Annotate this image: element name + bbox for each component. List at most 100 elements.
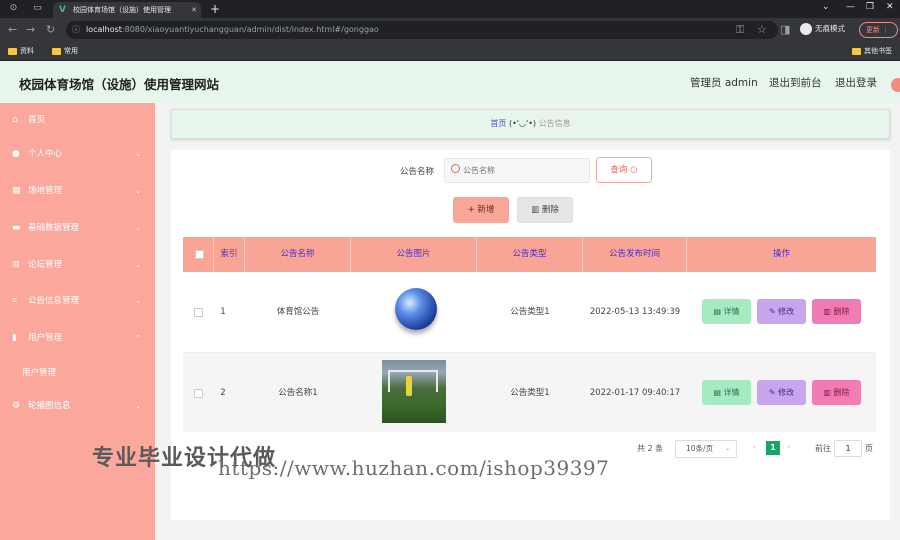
column-header: 索引	[214, 237, 245, 272]
minimize-icon[interactable]: —	[846, 2, 855, 12]
edit-button[interactable]: ✎ 修改	[757, 380, 806, 405]
new-tab-icon[interactable]: +	[210, 1, 220, 17]
tab-title: 校园体育场馆（设施）使用管理	[73, 6, 171, 14]
incognito-icon	[800, 23, 812, 35]
chrome-menu-icon[interactable]: ⊙	[8, 3, 19, 14]
detail-button[interactable]: ▤ 详情	[702, 380, 751, 405]
notice-image	[395, 288, 437, 330]
search-icon: ○	[630, 165, 638, 175]
ticket-icon: ▬	[12, 223, 21, 233]
watermark-url: https://www.huzhan.com/ishop39397	[218, 456, 610, 480]
tab-list-chevron-icon[interactable]: ⌄	[822, 2, 830, 12]
add-button[interactable]: + 新增	[453, 197, 509, 223]
select-all-checkbox[interactable]	[195, 250, 204, 259]
chevron-down-icon: ⌄	[135, 297, 141, 305]
url-path: :8080/xiaoyuantiyuchangguan/admin/dist/i…	[121, 25, 379, 34]
grid-icon: ⊞	[12, 260, 20, 270]
site-title: 校园体育场馆（设施）使用管理网站	[19, 77, 220, 92]
close-tab-icon[interactable]: ✕	[191, 2, 197, 18]
column-header: 公告类型	[477, 237, 583, 272]
search-input[interactable]	[444, 158, 590, 183]
bookmark-label: 资料	[20, 47, 34, 55]
sidebar-item-forum[interactable]: ⊞ 论坛管理 ⌄	[0, 248, 155, 282]
sidebar-item-label: 基础数据管理	[28, 223, 80, 233]
row-type: 公告类型1	[510, 388, 550, 398]
query-button[interactable]: 查询 ○	[596, 157, 652, 183]
trash-icon: ▥	[531, 205, 540, 215]
chart-icon: ▮	[12, 333, 17, 343]
sidebar-item-notices[interactable]: ⌗ 公告信息管理 ⌄	[0, 284, 155, 318]
sidebar-item-basic-data[interactable]: ▬ 基础数据管理 ⌄	[0, 211, 155, 245]
breadcrumb-current: 公告信息	[538, 119, 571, 128]
table-header: 索引 公告名称 公告图片 公告类型 公告发布时间 操作	[183, 237, 876, 272]
search-icon	[451, 164, 460, 173]
notice-image	[382, 360, 446, 423]
photo-goal-shape	[388, 370, 438, 392]
sidebar-item-label: 首页	[28, 115, 46, 125]
pagination-total: 共 2 条	[637, 444, 664, 453]
delete-button[interactable]: ▥ 删除	[812, 299, 861, 324]
sidebar-item-profile[interactable]: ● 个人中心 ⌄	[0, 137, 155, 171]
info-icon[interactable]: ⓘ	[72, 21, 80, 39]
back-to-frontend-link[interactable]: 退出到前台	[769, 75, 822, 90]
tab-search-icon[interactable]: ▭	[32, 3, 43, 14]
sidebar-item-label: 公告信息管理	[28, 296, 80, 306]
row-checkbox[interactable]	[194, 308, 203, 317]
page-suffix: 页	[865, 444, 873, 453]
detail-label: 详情	[723, 388, 740, 397]
chevron-down-icon: ⌄	[135, 402, 141, 410]
next-page-icon[interactable]: ›	[787, 442, 790, 451]
sidebar-item-users[interactable]: ▮ 用户管理 ⌃	[0, 321, 155, 355]
url-field[interactable]: ⓘ localhost:8080/xiaoyuantiyuchangguan/a…	[66, 21, 778, 39]
restore-icon[interactable]: ❐	[866, 2, 874, 12]
logout-link[interactable]: 退出登录	[835, 75, 877, 90]
edit-label: 修改	[778, 388, 795, 397]
detail-label: 详情	[723, 307, 740, 316]
avatar[interactable]	[891, 78, 900, 92]
chevron-up-icon: ⌃	[135, 334, 141, 342]
sidepanel-icon[interactable]: ◨	[780, 23, 790, 36]
folder-icon	[852, 47, 861, 55]
update-label: 更新	[866, 26, 880, 34]
key-icon[interactable]: ⚿	[736, 23, 744, 37]
forward-icon[interactable]: →	[26, 23, 35, 36]
sidebar-item-home[interactable]: ⌂ 首页	[0, 103, 155, 137]
page-size-select[interactable]: 10条/页 ⌄	[675, 440, 737, 458]
sidebar-item-venues[interactable]: ▦ 场地管理 ⌄	[0, 174, 155, 208]
prev-page-icon[interactable]: ‹	[753, 442, 756, 451]
breadcrumb-home[interactable]: 首页	[490, 119, 506, 128]
gear-icon: ⚙	[12, 401, 21, 411]
reload-icon[interactable]: ↻	[46, 23, 55, 36]
add-label: 新增	[477, 205, 495, 215]
update-button[interactable]: 更新 ⋮	[859, 22, 898, 38]
star-icon[interactable]: ☆	[757, 23, 767, 36]
goto-page-input[interactable]	[834, 440, 862, 457]
row-time: 2022-01-17 09:40:17	[589, 388, 681, 398]
table-row: 2 公告名称1 公告类型1 2022-01-17 09:40:17 ▤ 详情 ✎…	[183, 352, 876, 432]
back-icon[interactable]: ←	[8, 23, 17, 36]
bookmark-label: 常用	[64, 47, 78, 55]
bookmarks-bar: 资料 常用 其他书签	[0, 42, 900, 61]
row-name: 公告名称1	[278, 388, 318, 398]
trash-icon: ▥	[823, 388, 831, 397]
other-bookmarks[interactable]: 其他书签	[852, 45, 892, 57]
delete-button[interactable]: ▥ 删除	[812, 380, 861, 405]
close-window-icon[interactable]: ✕	[886, 2, 894, 12]
row-checkbox[interactable]	[194, 389, 203, 398]
breadcrumb: 首页 (•'◡'•) 公告信息	[171, 109, 890, 139]
chevron-down-icon: ⌄	[135, 224, 141, 232]
header-select-cell	[183, 237, 214, 272]
bookmark-folder[interactable]: 资料	[8, 45, 34, 57]
detail-button[interactable]: ▤ 详情	[702, 299, 751, 324]
admin-label: 管理员 admin	[690, 77, 758, 89]
page-number-current[interactable]: 1	[766, 441, 780, 455]
browser-tab[interactable]: V 校园体育场馆（设施）使用管理 ✕	[53, 2, 201, 18]
bookmark-folder[interactable]: 常用	[52, 45, 78, 57]
batch-delete-button[interactable]: ▥ 删除	[517, 197, 573, 223]
edit-button[interactable]: ✎ 修改	[757, 299, 806, 324]
incognito-indicator[interactable]: 无痕模式	[800, 23, 845, 35]
goto-label: 前往	[815, 444, 831, 453]
sidebar-item-carousel[interactable]: ⚙ 轮播图信息 ⌄	[0, 389, 155, 423]
sidebar-subitem-users[interactable]: 用户管理	[22, 366, 56, 378]
incognito-label: 无痕模式	[815, 24, 845, 33]
